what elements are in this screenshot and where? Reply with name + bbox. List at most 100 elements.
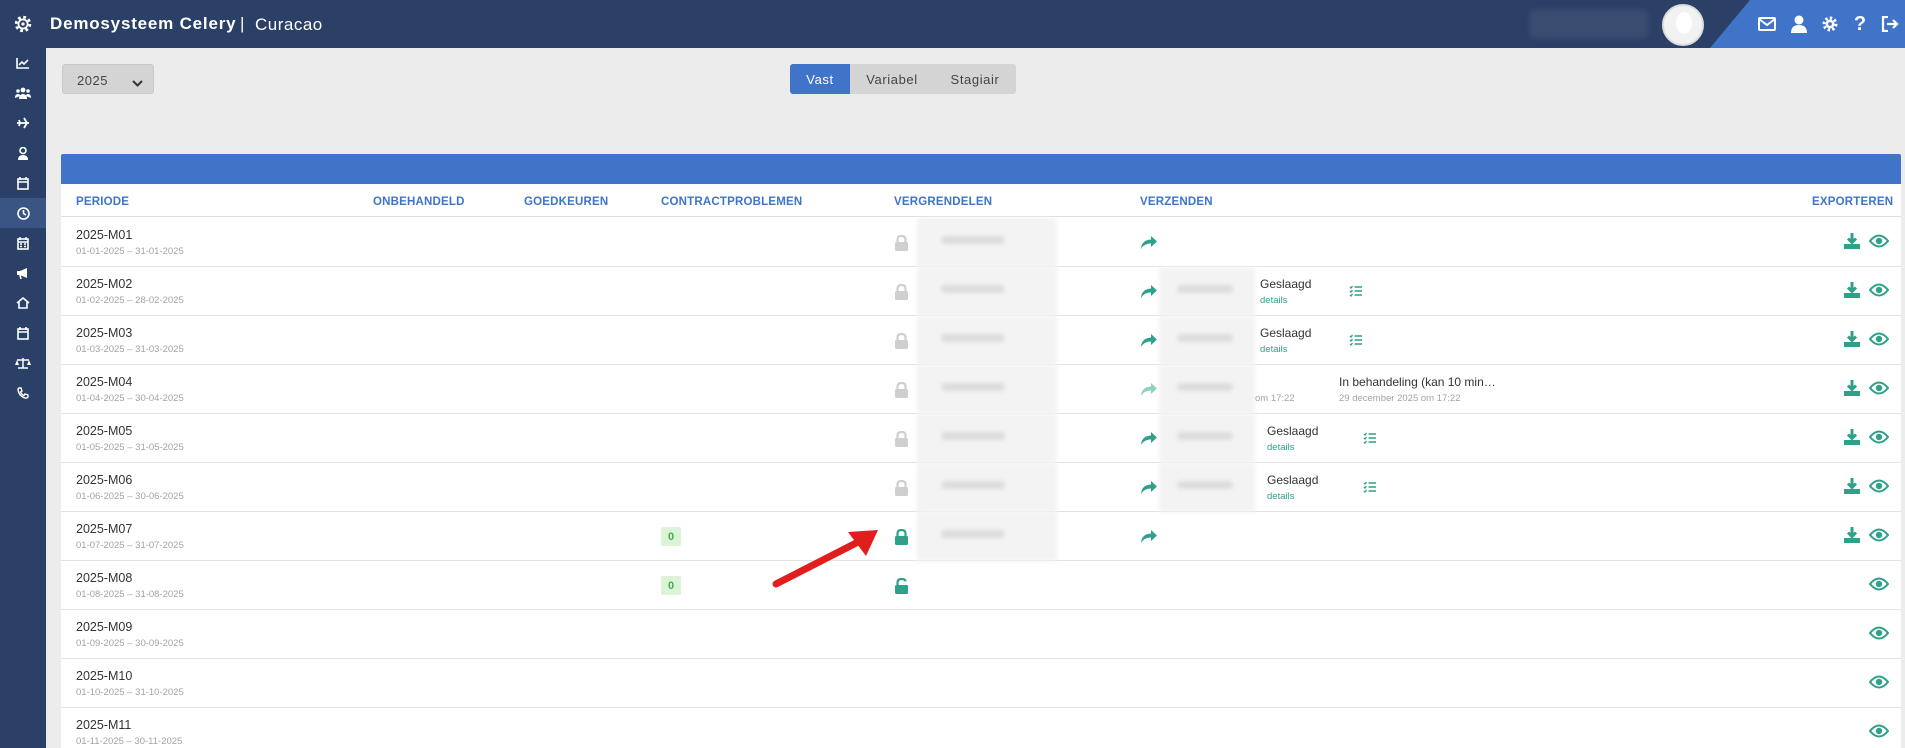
sidebar-item-megaphone-icon[interactable]	[0, 258, 46, 288]
period-name[interactable]: 2025-M05	[76, 424, 132, 438]
period-name[interactable]: 2025-M04	[76, 375, 132, 389]
send-info-blurred	[1159, 316, 1255, 365]
sidebar-item-chart[interactable]	[0, 48, 46, 78]
lock-info-blurred	[917, 316, 1057, 365]
send-time-partial: om 17:22	[1255, 393, 1295, 404]
table-row: 2025-M05 01-05-2025 – 31-05-2025 Geslaag…	[61, 414, 1901, 463]
task-list-icon[interactable]	[1349, 284, 1363, 302]
period-name[interactable]: 2025-M08	[76, 571, 132, 585]
eye-view-icon[interactable]	[1868, 675, 1890, 694]
tab-vast[interactable]: Vast	[790, 64, 850, 94]
period-name[interactable]: 2025-M10	[76, 669, 132, 683]
lock-closed-green-icon[interactable]	[894, 528, 909, 550]
pending-timestamp: 29 december 2025 om 17:22	[1339, 393, 1461, 404]
download-icon[interactable]	[1843, 281, 1861, 304]
sidebar-item-calendar-alt-icon[interactable]	[0, 318, 46, 348]
period-name[interactable]: 2025-M07	[76, 522, 132, 536]
year-select-value: 2025	[77, 73, 108, 88]
eye-view-icon[interactable]	[1868, 234, 1890, 253]
user-icon[interactable]	[1788, 13, 1810, 35]
avatar[interactable]	[1662, 4, 1704, 46]
eye-view-icon[interactable]	[1868, 724, 1890, 743]
details-link[interactable]: details	[1260, 295, 1287, 306]
col-exporteren[interactable]: EXPORTEREN	[1812, 196, 1893, 208]
eye-view-icon[interactable]	[1868, 528, 1890, 547]
period-name[interactable]: 2025-M06	[76, 473, 132, 487]
download-icon[interactable]	[1843, 428, 1861, 451]
lock-info-blurred	[917, 365, 1057, 414]
period-name[interactable]: 2025-M02	[76, 277, 132, 291]
gear-logo-icon[interactable]	[0, 0, 46, 48]
col-onbehandeld[interactable]: ONBEHANDELD	[373, 196, 465, 208]
sidebar-item-calendar-check-icon[interactable]	[0, 168, 46, 198]
send-share-icon[interactable]	[1140, 333, 1158, 353]
col-goedkeuren[interactable]: GOEDKEUREN	[524, 196, 608, 208]
sidebar-item-users-icon[interactable]	[0, 78, 46, 108]
sidebar-item-calendar-icon[interactable]	[0, 228, 46, 258]
download-icon[interactable]	[1843, 379, 1861, 402]
lock-info-blurred	[917, 463, 1057, 512]
period-range: 01-02-2025 – 28-02-2025	[76, 295, 184, 306]
logout-icon[interactable]	[1879, 13, 1901, 35]
col-verzenden[interactable]: VERZENDEN	[1140, 196, 1213, 208]
sidebar-item-clock-icon[interactable]	[0, 198, 46, 228]
contract-problems-badge[interactable]: 0	[661, 527, 681, 546]
annotation-arrow-icon	[770, 520, 880, 595]
settings-gear-icon[interactable]	[1819, 13, 1841, 35]
send-share-icon[interactable]	[1140, 284, 1158, 304]
col-contractproblemen[interactable]: CONTRACTPROBLEMEN	[661, 196, 802, 208]
send-status: Geslaagd	[1267, 424, 1319, 438]
period-range: 01-03-2025 – 31-03-2025	[76, 344, 184, 355]
eye-view-icon[interactable]	[1868, 430, 1890, 449]
download-icon[interactable]	[1843, 330, 1861, 353]
col-vergrendelen[interactable]: VERGRENDELEN	[894, 196, 992, 208]
lock-closed-grey-icon	[894, 381, 909, 403]
lock-closed-grey-icon	[894, 430, 909, 452]
period-name[interactable]: 2025-M03	[76, 326, 132, 340]
send-share-icon[interactable]	[1140, 235, 1158, 255]
eye-view-icon[interactable]	[1868, 479, 1890, 498]
tab-variabel[interactable]: Variabel	[850, 64, 934, 94]
task-list-icon[interactable]	[1349, 333, 1363, 351]
send-share-icon[interactable]	[1140, 529, 1158, 549]
help-icon[interactable]: ?	[1849, 13, 1871, 35]
sidebar-item-scale-icon[interactable]	[0, 348, 46, 378]
period-range: 01-01-2025 – 31-01-2025	[76, 246, 184, 257]
year-select[interactable]: 2025	[62, 64, 154, 94]
sidebar-item-employee-icon[interactable]	[0, 138, 46, 168]
period-name[interactable]: 2025-M11	[76, 718, 131, 732]
lock-open-green-icon[interactable]	[894, 577, 909, 599]
details-link[interactable]: details	[1267, 491, 1294, 502]
period-range: 01-06-2025 – 30-06-2025	[76, 491, 184, 502]
tab-stagiair[interactable]: Stagiair	[934, 64, 1016, 94]
period-name[interactable]: 2025-M01	[76, 228, 132, 242]
contract-problems-badge[interactable]: 0	[661, 576, 681, 595]
details-link[interactable]: details	[1260, 344, 1287, 355]
lock-info-blurred	[917, 218, 1057, 267]
eye-view-icon[interactable]	[1868, 577, 1890, 596]
sidebar-item-phone-icon[interactable]	[0, 378, 46, 408]
mail-icon[interactable]	[1756, 13, 1778, 35]
send-status: Geslaagd	[1260, 277, 1312, 291]
sidebar-item-home-icon[interactable]	[0, 288, 46, 318]
download-icon[interactable]	[1843, 526, 1861, 549]
col-periode[interactable]: PERIODE	[76, 196, 129, 208]
sidebar-item-plane-icon[interactable]	[0, 108, 46, 138]
eye-view-icon[interactable]	[1868, 381, 1890, 400]
task-list-icon[interactable]	[1363, 480, 1377, 498]
period-name[interactable]: 2025-M09	[76, 620, 132, 634]
details-link[interactable]: details	[1267, 442, 1294, 453]
organization-name: Curacao	[255, 15, 323, 34]
top-bar: Demosysteem Celery | Curacao ?	[0, 0, 1905, 48]
send-share-icon[interactable]	[1140, 382, 1158, 402]
eye-view-icon[interactable]	[1868, 283, 1890, 302]
table-row: 2025-M01 01-01-2025 – 31-01-2025	[61, 218, 1901, 267]
task-list-icon[interactable]	[1363, 431, 1377, 449]
download-icon[interactable]	[1843, 477, 1861, 500]
download-icon[interactable]	[1843, 232, 1861, 255]
send-share-icon[interactable]	[1140, 480, 1158, 500]
table-row: 2025-M09 01-09-2025 – 30-09-2025	[61, 610, 1901, 659]
eye-view-icon[interactable]	[1868, 626, 1890, 645]
eye-view-icon[interactable]	[1868, 332, 1890, 351]
send-share-icon[interactable]	[1140, 431, 1158, 451]
